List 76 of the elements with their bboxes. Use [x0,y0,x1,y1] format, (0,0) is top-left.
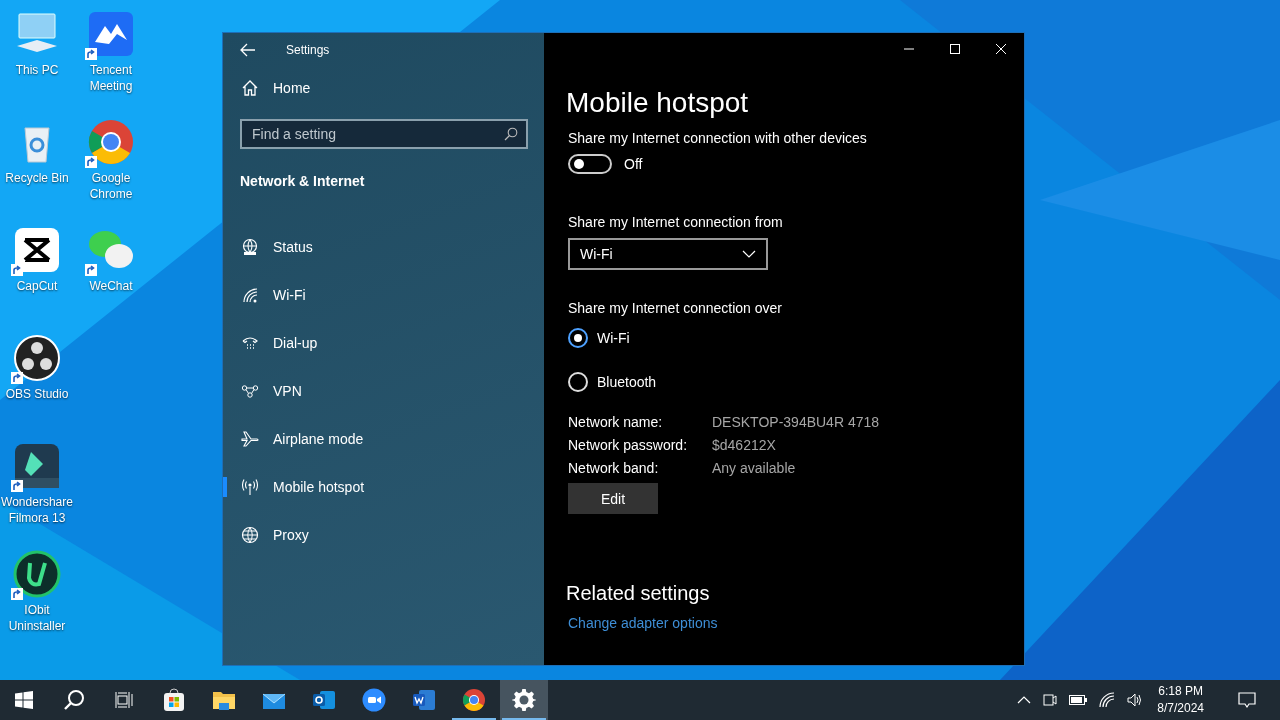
store-icon [162,688,186,712]
volume-icon[interactable] [1127,692,1144,708]
page-title: Mobile hotspot [566,87,749,119]
notification-icon[interactable] [1238,691,1256,709]
wifi-icon[interactable] [1099,692,1116,708]
desktop-icon-label[interactable]: OBS Studio [0,386,74,402]
settings-icon [512,688,536,712]
globe-icon [241,526,259,544]
phone-icon [241,334,259,352]
battery-icon[interactable] [1069,695,1088,705]
desktop-icon-label[interactable]: Wondershare Filmora 13 [0,494,74,526]
wifi-icon [241,286,259,304]
setting-label: Share my Internet connection from [568,214,783,230]
shortcut-arrow-icon [85,48,97,60]
globe-monitor-icon [241,238,259,256]
obs-icon[interactable] [13,334,61,382]
chevron-up-icon[interactable] [1017,696,1032,704]
filmora-icon[interactable] [13,442,61,490]
outlook-icon [312,688,336,712]
shortcut-arrow-icon [11,480,23,492]
maximize-icon [950,44,960,54]
edit-button[interactable]: Edit [568,483,658,514]
nav-item[interactable]: VPN [223,367,544,415]
radio-label[interactable]: Bluetooth [597,374,657,390]
section-heading: Network & Internet [239,173,366,189]
camera-icon[interactable] [1043,692,1058,708]
shortcut-arrow-icon [11,588,23,600]
shortcut-arrow-icon [85,156,97,168]
clock-date[interactable]: 8/7/2024 [1157,700,1204,717]
setting-label: Share my Internet connection over [568,300,782,316]
property-value: Any available [712,460,797,476]
toggle-state-text: Off [624,156,643,172]
shortcut-arrow-icon [11,372,23,384]
cloud-meeting-icon[interactable] [87,10,135,58]
search-icon [504,127,518,141]
clock-time[interactable]: 6:18 PM [1158,683,1203,700]
nav-item[interactable]: Dial-up [223,319,544,367]
shortcut-arrow-icon [85,264,97,276]
adapter-options-link[interactable]: Change adapter options [568,615,718,631]
taskbar-app-button[interactable] [500,680,548,720]
back-arrow-icon[interactable] [240,42,256,57]
task-view-icon [115,692,133,708]
property-name: Network band: [568,460,660,476]
search-icon [63,689,85,711]
property-value: DESKTOP-394BU4R 4718 [712,414,880,430]
windows-logo-icon [15,691,33,709]
uninstaller-icon[interactable] [13,550,61,598]
shortcut-arrow-icon [11,264,23,276]
video-call-icon [362,688,386,712]
home-icon [241,79,259,97]
property-name: Network name: [568,414,664,430]
section-heading: Related settings [566,582,710,605]
property-value: $d46212X [712,437,777,453]
nav-item[interactable]: Mobile hotspot [223,463,544,511]
nav-item[interactable]: Airplane mode [223,415,544,463]
hotspot-icon [241,478,259,496]
capcut-icon[interactable] [13,226,61,274]
dropdown[interactable]: Wi-Fi [568,238,768,270]
close-icon [996,44,1006,54]
airplane-icon [241,430,259,448]
chrome-icon [462,688,486,712]
nav-item[interactable]: Status [223,223,544,271]
nav-item[interactable]: Wi-Fi [223,271,544,319]
nav-item[interactable]: Proxy [223,511,544,559]
chrome-icon[interactable] [87,118,135,166]
home-nav-item[interactable]: Home [223,64,544,112]
word-icon [412,688,436,712]
window-title: Settings [286,42,330,57]
radio-label[interactable]: Wi-Fi [597,330,630,346]
toggle-switch[interactable] [568,154,612,174]
property-name: Network password: [568,437,689,453]
vpn-icon [241,382,259,400]
chevron-down-icon [742,250,756,258]
radio-button[interactable] [568,328,588,348]
setting-label: Share my Internet connection with other devices [568,130,867,146]
search-field[interactable]: Find a setting [240,119,528,149]
